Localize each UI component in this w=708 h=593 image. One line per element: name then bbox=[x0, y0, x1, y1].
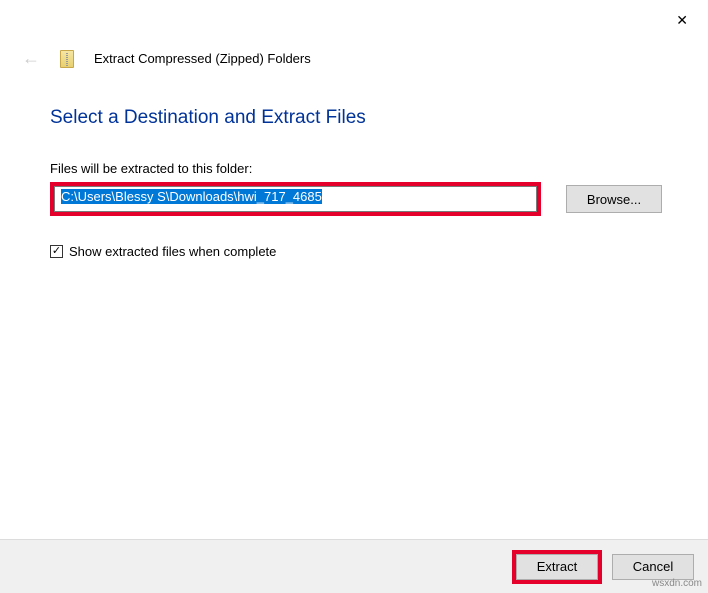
show-files-checkbox-row[interactable]: ✓ Show extracted files when complete bbox=[50, 244, 658, 259]
browse-button[interactable]: Browse... bbox=[566, 185, 662, 213]
checkbox-label: Show extracted files when complete bbox=[69, 244, 276, 259]
content-area: Select a Destination and Extract Files F… bbox=[0, 69, 708, 259]
footer-bar: Extract Cancel bbox=[0, 539, 708, 593]
header-title: Extract Compressed (Zipped) Folders bbox=[94, 51, 311, 66]
path-label: Files will be extracted to this folder: bbox=[50, 161, 658, 176]
show-files-checkbox[interactable]: ✓ bbox=[50, 245, 63, 258]
destination-path-input[interactable]: C:\Users\Blessy S\Downloads\hwi_717_4685 bbox=[54, 186, 537, 212]
zip-folder-icon bbox=[60, 50, 74, 68]
close-icon[interactable]: ✕ bbox=[676, 12, 688, 29]
extract-button-highlight: Extract bbox=[512, 550, 602, 584]
page-title: Select a Destination and Extract Files bbox=[50, 107, 658, 129]
back-arrow-icon: ← bbox=[22, 48, 40, 69]
wizard-header: ← Extract Compressed (Zipped) Folders bbox=[0, 0, 708, 69]
extract-button[interactable]: Extract bbox=[516, 554, 598, 580]
cancel-button[interactable]: Cancel bbox=[612, 554, 694, 580]
path-row: C:\Users\Blessy S\Downloads\hwi_717_4685… bbox=[50, 182, 658, 216]
path-input-highlight: C:\Users\Blessy S\Downloads\hwi_717_4685 bbox=[50, 182, 541, 216]
